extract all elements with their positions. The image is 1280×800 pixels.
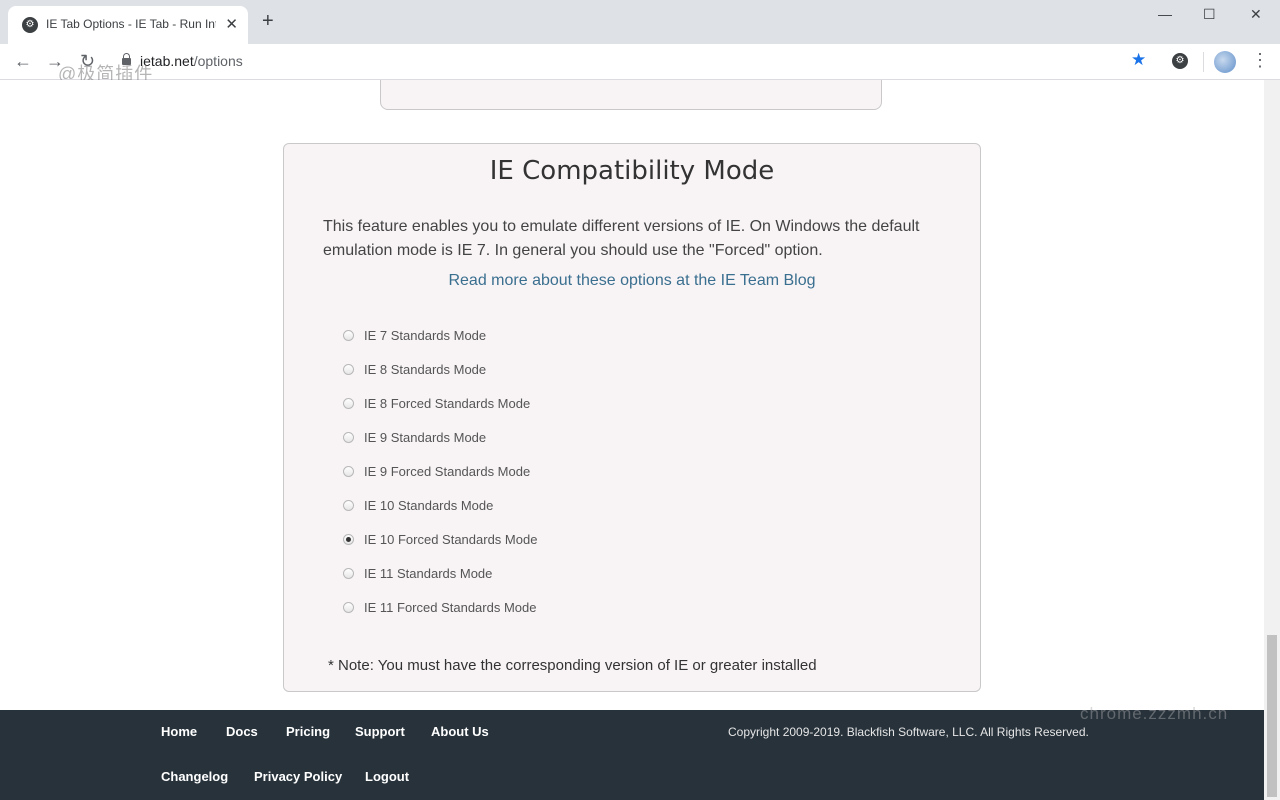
emulation-mode-options: IE 7 Standards Mode IE 8 Standards Mode IE… [343, 324, 843, 630]
card-description: This feature enables you to emulate diff… [323, 218, 920, 259]
radio-option-row[interactable]: IE 8 Standards Mode [343, 358, 843, 392]
minimize-icon[interactable]: — [1158, 6, 1172, 22]
ie-tab-favicon-icon: ⚙ [22, 17, 38, 33]
tab-title: IE Tab Options - IE Tab - Run Int... [46, 17, 216, 31]
site-footer: Home Docs Pricing Support About Us Changelog P… [0, 704, 1264, 800]
kebab-menu-icon[interactable]: ⋮ [1251, 50, 1269, 71]
radio-label[interactable]: IE 9 Standards Mode [364, 430, 486, 445]
radio-label[interactable]: IE 10 Forced Standards Mode [364, 532, 537, 547]
toolbar-divider [1203, 52, 1204, 72]
radio-button[interactable] [343, 432, 354, 443]
radio-button[interactable] [343, 466, 354, 477]
ie-compatibility-card: IE Compatibility Mode This feature enabl… [283, 143, 981, 692]
copyright-text: Copyright 2009-2019. Blackfish Software,… [728, 725, 1089, 739]
radio-option-row[interactable]: IE 7 Standards Mode [343, 324, 843, 358]
back-arrow-icon[interactable]: ← [14, 50, 32, 72]
radio-option-row[interactable]: IE 10 Standards Mode [343, 494, 843, 528]
install-note: * Note: You must have the corresponding … [328, 657, 817, 674]
page-viewport: IE Compatibility Mode This feature enabl… [0, 80, 1264, 710]
footer-link-home[interactable]: Home [161, 724, 197, 739]
browser-toolbar: ← → ↻ ietab.net/options @极简插件 ★ ⚙ ⋮ [0, 44, 1280, 84]
footer-link-support[interactable]: Support [355, 724, 405, 739]
new-tab-button[interactable]: + [262, 11, 274, 31]
browser-tab-active[interactable]: ⚙ IE Tab Options - IE Tab - Run Int... ✕ [8, 6, 248, 44]
radio-button[interactable] [343, 398, 354, 409]
footer-link-docs[interactable]: Docs [226, 724, 258, 739]
page-scrollbar[interactable] [1264, 80, 1280, 800]
window-close-icon[interactable]: ✕ [1250, 6, 1262, 23]
scrollbar-thumb[interactable] [1267, 635, 1277, 797]
radio-option-row[interactable]: IE 10 Forced Standards Mode [343, 528, 843, 562]
radio-button[interactable] [343, 500, 354, 511]
address-bar[interactable]: ietab.net/options [140, 53, 243, 69]
radio-button[interactable] [343, 364, 354, 375]
footer-link-privacy-policy[interactable]: Privacy Policy [254, 769, 342, 784]
footer-link-about-us[interactable]: About Us [431, 724, 489, 739]
watermark-footer: chrome.zzzmh.cn [1080, 704, 1229, 723]
ie-tab-extension-icon[interactable]: ⚙ [1172, 53, 1188, 69]
radio-option-row[interactable]: IE 9 Forced Standards Mode [343, 460, 843, 494]
radio-label[interactable]: IE 11 Standards Mode [364, 566, 492, 581]
ie-team-blog-link[interactable]: Read more about these options at the IE … [284, 272, 980, 290]
previous-options-card [380, 80, 882, 110]
radio-label[interactable]: IE 10 Standards Mode [364, 498, 493, 513]
radio-button[interactable] [343, 602, 354, 613]
radio-option-row[interactable]: IE 11 Standards Mode [343, 562, 843, 596]
footer-link-pricing[interactable]: Pricing [286, 724, 330, 739]
radio-button[interactable] [343, 330, 354, 341]
radio-button[interactable] [343, 568, 354, 579]
bookmark-star-icon[interactable]: ★ [1131, 50, 1146, 70]
radio-option-row[interactable]: IE 11 Forced Standards Mode [343, 596, 843, 630]
radio-option-row[interactable]: IE 9 Standards Mode [343, 426, 843, 460]
footer-link-logout[interactable]: Logout [365, 769, 409, 784]
url-path: /options [193, 53, 243, 69]
radio-label[interactable]: IE 7 Standards Mode [364, 328, 486, 343]
tab-strip: ⚙ IE Tab Options - IE Tab - Run Int... ✕… [0, 0, 1280, 44]
radio-label[interactable]: IE 11 Forced Standards Mode [364, 600, 536, 615]
tab-close-icon[interactable]: ✕ [225, 15, 238, 33]
footer-link-changelog[interactable]: Changelog [161, 769, 228, 784]
card-title: IE Compatibility Mode [489, 156, 775, 186]
radio-button[interactable] [343, 534, 354, 545]
maximize-icon[interactable]: ☐ [1203, 6, 1216, 23]
radio-label[interactable]: IE 8 Standards Mode [364, 362, 486, 377]
radio-label[interactable]: IE 9 Forced Standards Mode [364, 464, 530, 479]
radio-label[interactable]: IE 8 Forced Standards Mode [364, 396, 530, 411]
radio-option-row[interactable]: IE 8 Forced Standards Mode [343, 392, 843, 426]
profile-avatar[interactable] [1214, 51, 1236, 73]
